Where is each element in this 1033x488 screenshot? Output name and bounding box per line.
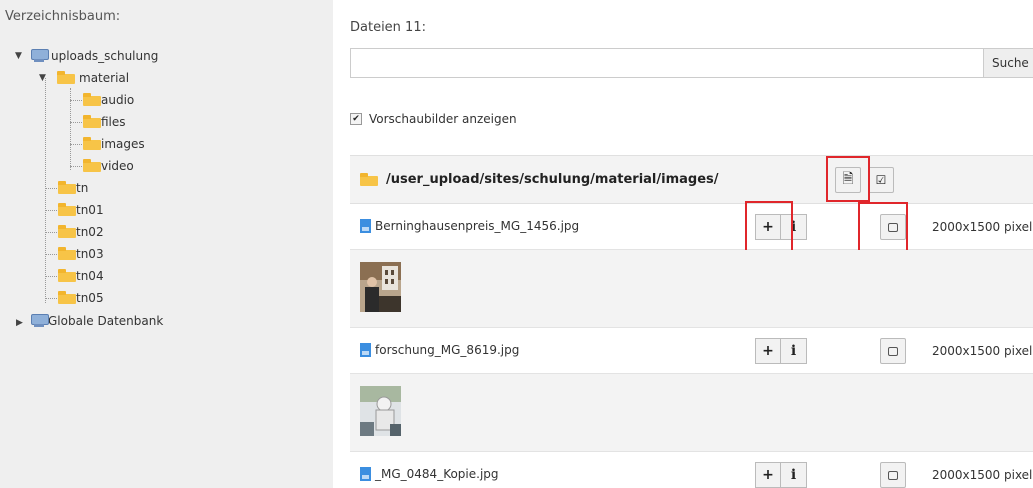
folder-icon — [58, 203, 76, 216]
image-file-icon — [360, 343, 371, 357]
tree-line — [45, 232, 57, 233]
highlight-box — [826, 156, 870, 202]
file-row: _MG_0484_Kopie.jpg + i 2000x1500 pixels — [350, 452, 1033, 488]
file-list-panel: Dateien 11: Suche ✔ Vorschaubilder anzei… — [333, 0, 1033, 488]
image-dimensions: 2000x1500 pixels — [932, 344, 1033, 358]
highlight-box — [858, 202, 908, 252]
folder-icon — [58, 225, 76, 238]
folder-icon — [58, 247, 76, 260]
tree-node-video[interactable]: video — [83, 155, 134, 177]
tree-line — [45, 276, 57, 277]
select-file-checkbox[interactable] — [880, 462, 906, 488]
add-button[interactable]: + — [755, 462, 781, 488]
info-button[interactable]: i — [781, 462, 807, 488]
image-dimensions: 2000x1500 pixels — [932, 220, 1033, 234]
tree-node-files[interactable]: files — [83, 111, 126, 133]
folder-icon — [83, 137, 101, 150]
add-button[interactable]: + — [755, 338, 781, 364]
current-path-text: /user_upload/sites/schulung/material/ima… — [386, 172, 719, 187]
tree-line — [45, 254, 57, 255]
folder-icon — [83, 159, 101, 172]
file-name[interactable]: _MG_0484_Kopie.jpg — [360, 467, 499, 481]
info-button[interactable]: i — [781, 338, 807, 364]
tree-node-audio[interactable]: audio — [83, 89, 134, 111]
tree-node-material[interactable]: material — [57, 67, 129, 89]
search-button[interactable]: Suche — [983, 48, 1033, 78]
expand-toggle-icon[interactable]: ▼ — [39, 73, 46, 83]
tree-line — [45, 188, 57, 189]
directory-tree-panel: Verzeichnisbaum: ▼ uploads_schulung ▼ ma… — [0, 0, 333, 488]
checkbox-icon — [888, 470, 898, 480]
tree-node-tn[interactable]: tn — [58, 177, 88, 199]
image-dimensions: 2000x1500 pixels — [932, 468, 1033, 482]
select-file-checkbox[interactable] — [880, 338, 906, 364]
checkbox-icon — [888, 346, 898, 356]
tree-line — [45, 78, 46, 303]
file-actions: + i — [755, 462, 807, 488]
tree-line — [45, 298, 57, 299]
search-input[interactable] — [350, 48, 985, 78]
file-name[interactable]: Berninghausenpreis_MG_1456.jpg — [360, 219, 579, 233]
thumbnail-row — [350, 250, 1033, 328]
folder-icon — [83, 115, 101, 128]
show-thumbnails-checkbox[interactable]: ✔ — [350, 113, 362, 125]
select-all-icon: ☑ — [875, 173, 887, 187]
image-file-icon — [360, 467, 371, 481]
show-thumbnails-option[interactable]: ✔ Vorschaubilder anzeigen — [350, 112, 517, 126]
tree-line — [70, 166, 82, 167]
tree-line — [70, 100, 82, 101]
tree-node-tn04[interactable]: tn04 — [58, 265, 104, 287]
image-thumbnail[interactable] — [360, 262, 401, 312]
folder-icon — [58, 181, 76, 194]
tree-node-tn05[interactable]: tn05 — [58, 287, 104, 309]
folder-icon — [360, 172, 378, 186]
tree-node-globale-datenbank[interactable]: Globale Datenbank — [31, 310, 163, 332]
folder-icon — [58, 291, 76, 304]
files-count-title: Dateien 11: — [350, 20, 426, 35]
image-file-icon — [360, 219, 371, 233]
tree-node-images[interactable]: images — [83, 133, 145, 155]
image-thumbnail[interactable] — [360, 386, 401, 436]
tree-line — [45, 210, 57, 211]
tree-line — [70, 122, 82, 123]
storage-icon — [31, 314, 49, 328]
highlight-box — [745, 201, 793, 253]
file-name[interactable]: forschung_MG_8619.jpg — [360, 343, 519, 357]
current-path-row: /user_upload/sites/schulung/material/ima… — [350, 155, 1033, 204]
folder-icon — [83, 93, 101, 106]
tree-title: Verzeichnisbaum: — [5, 9, 121, 24]
file-actions: + i — [755, 338, 807, 364]
show-thumbnails-label: Vorschaubilder anzeigen — [369, 112, 517, 126]
current-path: /user_upload/sites/schulung/material/ima… — [360, 172, 719, 187]
file-row: Berninghausenpreis_MG_1456.jpg + i 2000x… — [350, 201, 1033, 253]
expand-toggle-icon[interactable]: ▼ — [15, 51, 22, 61]
file-row: forschung_MG_8619.jpg + i 2000x1500 pixe… — [350, 328, 1033, 374]
storage-icon — [31, 49, 49, 63]
tree-node-tn01[interactable]: tn01 — [58, 199, 104, 221]
tree-node-tn02[interactable]: tn02 — [58, 221, 104, 243]
tree-node-tn03[interactable]: tn03 — [58, 243, 104, 265]
select-all-button[interactable]: ☑ — [868, 167, 894, 193]
folder-icon — [58, 269, 76, 282]
folder-icon — [57, 71, 75, 84]
collapse-toggle-icon[interactable]: ▶ — [16, 318, 23, 328]
tree-line — [70, 144, 82, 145]
tree-node-uploads-schulung[interactable]: uploads_schulung — [31, 45, 158, 67]
thumbnail-row — [350, 374, 1033, 452]
